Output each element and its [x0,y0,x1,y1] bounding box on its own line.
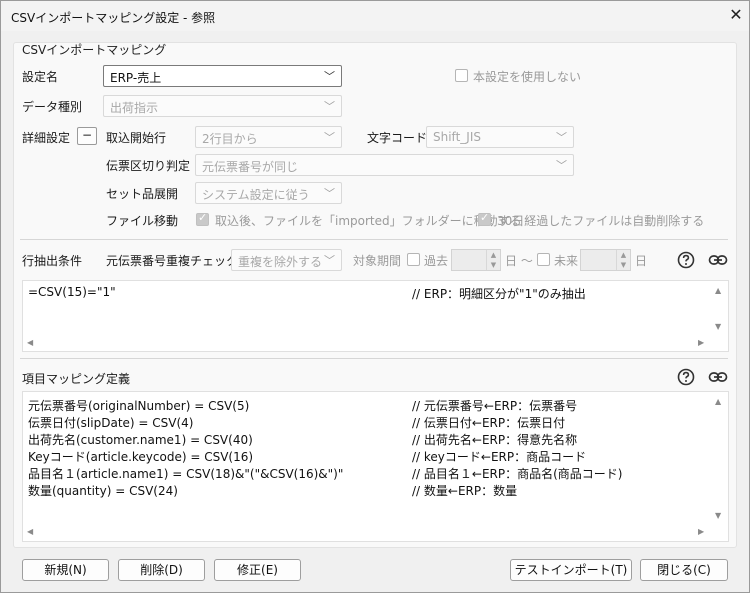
divider [20,239,728,240]
link-icon[interactable] [708,250,728,270]
new-button[interactable]: 新規(N) [22,559,109,581]
setting-name-select[interactable]: ERP-売上 ﹀ [103,65,342,87]
scroll-right-icon[interactable]: ▶ [698,527,704,536]
chevron-down-icon: ﹀ [324,131,335,144]
start-row-label: 取込開始行 [106,131,167,145]
start-row-value: 2行目から [202,132,258,146]
row-filter-editor[interactable]: =CSV(15)="1" // ERP：明細区分が"1"のみ抽出 ▲ ▼ ◀ ▶ [22,280,729,352]
divider [20,358,728,359]
scroll-left-icon[interactable]: ◀ [27,527,33,536]
future-label: 未来 [554,254,579,268]
mapping-code-line: 伝票日付(slipDate) = CSV(4) [28,416,194,430]
future-days-spinner[interactable]: ▲ ▼ [580,249,631,271]
edit-button[interactable]: 修正(E) [214,559,301,581]
past-day-label: 日 ～ [505,254,533,268]
charset-value: Shift_JIS [433,130,481,144]
help-icon[interactable] [676,250,696,270]
past-checkbox[interactable] [407,253,420,266]
disable-setting-label: 本設定を使用しない [473,70,582,84]
horizontal-scrollbar[interactable]: ◀ ▶ [23,337,711,351]
chevron-down-icon: ﹀ [324,187,335,200]
mapping-comment-line: // 品目名１←ERP：商品名(商品コード) [412,467,623,481]
link-icon[interactable] [708,367,728,387]
move-imported-label: 取込後、ファイルを「imported」フォルダーに移動する [215,214,522,228]
close-icon[interactable]: ✕ [724,4,748,28]
row-filter-label: 行抽出条件 [22,254,83,268]
past-days-spinner[interactable]: ▲ ▼ [451,249,501,271]
setting-name-label: 設定名 [22,70,59,84]
charset-select[interactable]: Shift_JIS ﹀ [426,126,574,148]
auto-delete-checkbox[interactable] [478,211,491,226]
mapping-code-line: 品目名１(article.name1) = CSV(18)&"("&CSV(16… [28,467,344,481]
set-expand-value: システム設定に従う [202,188,310,202]
disable-setting-checkbox[interactable] [455,69,468,82]
dup-check-select[interactable]: 重複を除外する ﹀ [231,249,342,271]
charset-label: 文字コード [367,131,428,145]
slip-split-select[interactable]: 元伝票番号が同じ ﹀ [195,154,574,176]
chevron-down-icon: ﹀ [556,159,567,172]
move-imported-checkbox[interactable] [196,211,209,226]
help-icon[interactable] [676,367,696,387]
mapping-code-line: 元伝票番号(originalNumber) = CSV(5) [28,399,250,413]
scroll-down-icon[interactable]: ▼ [715,511,721,520]
slip-split-value: 元伝票番号が同じ [202,160,299,174]
group-legend: CSVインポートマッピング [22,43,167,57]
mapping-comment-line: // keyコード←ERP：商品コード [412,450,587,464]
dup-check-label: 元伝票番号重複チェック [106,254,239,268]
window-title: CSVインポートマッピング設定 - 参照 [11,11,216,25]
mapping-comment-line: // 伝票日付←ERP：伝票日付 [412,416,566,430]
set-expand-select[interactable]: システム設定に従う ﹀ [195,182,342,204]
mapping-code-line: 出荷先名(customer.name1) = CSV(40) [28,433,253,447]
filter-comment-line: // ERP：明細区分が"1"のみ抽出 [412,287,586,301]
set-expand-label: セット品展開 [106,187,179,201]
data-type-select[interactable]: 出荷指示 ﹀ [103,95,342,117]
auto-delete-label: 30日経過したファイルは自動削除する [497,214,705,228]
detail-collapse-button[interactable]: − [77,127,97,145]
scroll-left-icon[interactable]: ◀ [27,338,33,347]
scroll-right-icon[interactable]: ▶ [698,338,704,347]
vertical-scrollbar[interactable]: ▲ ▼ [711,392,728,526]
mapping-code-line: Keyコード(article.keycode) = CSV(16) [28,450,254,464]
slip-split-label: 伝票区切り判定 [106,159,191,173]
chevron-down-icon: ﹀ [324,100,335,113]
setting-name-value: ERP-売上 [110,71,162,85]
chevron-down-icon: ﹀ [556,131,567,144]
close-button[interactable]: 閉じる(C) [640,559,728,581]
period-label: 対象期間 [353,254,402,268]
mapping-comment-line: // 数量←ERP：数量 [412,484,518,498]
delete-button[interactable]: 削除(D) [118,559,205,581]
spinner-arrows-icon[interactable]: ▲ ▼ [616,250,630,270]
vertical-scrollbar[interactable]: ▲ ▼ [711,281,728,337]
mapping-comment-line: // 元伝票番号←ERP：伝票番号 [412,399,578,413]
file-move-label: ファイル移動 [106,214,179,228]
chevron-down-icon: ﹀ [324,254,335,267]
data-type-value: 出荷指示 [110,101,159,115]
horizontal-scrollbar[interactable]: ◀ ▶ [23,526,711,540]
future-day-label: 日 [635,254,648,268]
data-type-label: データ種別 [22,100,83,114]
mapping-code-line: 数量(quantity) = CSV(24) [28,484,178,498]
future-checkbox[interactable] [537,253,550,266]
scroll-up-icon[interactable]: ▲ [715,286,721,295]
past-label: 過去 [424,254,449,268]
mapping-editor[interactable]: 元伝票番号(originalNumber) = CSV(5) // 元伝票番号←… [22,391,729,542]
chevron-down-icon: ﹀ [324,70,335,83]
scroll-up-icon[interactable]: ▲ [715,397,721,406]
mapping-comment-line: // 出荷先名←ERP：得意先名称 [412,433,578,447]
title-bar: CSVインポートマッピング設定 - 参照 ✕ [1,1,749,31]
filter-code-line: =CSV(15)="1" [28,285,116,299]
spinner-arrows-icon[interactable]: ▲ ▼ [486,250,500,270]
dup-check-value: 重複を除外する [238,255,323,269]
test-import-button[interactable]: テストインポート(T) [510,559,632,581]
mapping-label: 項目マッピング定義 [22,372,131,386]
start-row-select[interactable]: 2行目から ﹀ [195,126,342,148]
detail-settings-label: 詳細設定 [22,131,71,145]
scroll-down-icon[interactable]: ▼ [715,322,721,331]
